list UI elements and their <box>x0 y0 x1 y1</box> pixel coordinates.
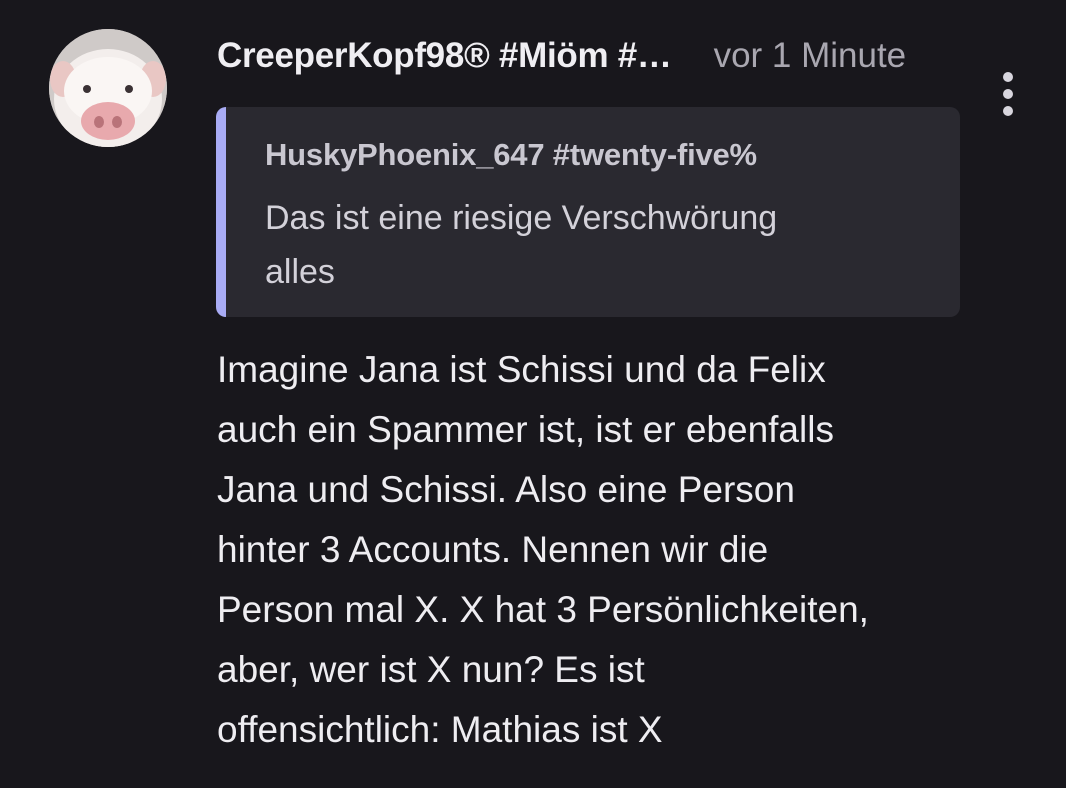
avatar[interactable] <box>49 29 167 147</box>
quoted-text: Das ist eine riesige Verschwörung alles <box>265 191 905 299</box>
pig-avatar-icon <box>49 29 167 147</box>
comment-body-line: Jana und Schissi. Also eine Person <box>217 469 795 510</box>
more-dot <box>1003 106 1013 116</box>
comment-body-line: Person mal X. X hat 3 Persönlichkeiten, <box>217 589 869 630</box>
quoted-author: HuskyPhoenix_647 #twenty-five% <box>265 137 757 172</box>
author-name[interactable]: CreeperKopf98® #Miöm #… <box>217 36 672 76</box>
comment-body-line: auch ein Spammer ist, ist er ebenfalls <box>217 409 834 450</box>
more-dot <box>1003 89 1013 99</box>
comment-body-line: aber, wer ist X nun? Es ist <box>217 649 645 690</box>
comment-body: Imagine Jana ist Schissi und da Felix au… <box>217 340 997 760</box>
quoted-text-line: alles <box>265 253 335 291</box>
comment: CreeperKopf98® #Miöm #… vor 1 Minute Hus… <box>0 0 1066 788</box>
more-dot <box>1003 72 1013 82</box>
comment-body-line: Imagine Jana ist Schissi und da Felix <box>217 349 826 390</box>
quoted-reply[interactable]: HuskyPhoenix_647 #twenty-five% Das ist e… <box>216 107 960 317</box>
timestamp: vor 1 Minute <box>713 36 907 75</box>
more-options-icon[interactable] <box>992 72 1024 116</box>
comment-header: CreeperKopf98® #Miöm #… vor 1 Minute <box>217 30 977 82</box>
quoted-text-line: Das ist eine riesige Verschwörung <box>265 199 778 237</box>
comment-body-line: offensichtlich: Mathias ist X <box>217 709 663 750</box>
quote-accent-bar <box>216 107 226 317</box>
comment-body-line: hinter 3 Accounts. Nennen wir die <box>217 529 769 570</box>
